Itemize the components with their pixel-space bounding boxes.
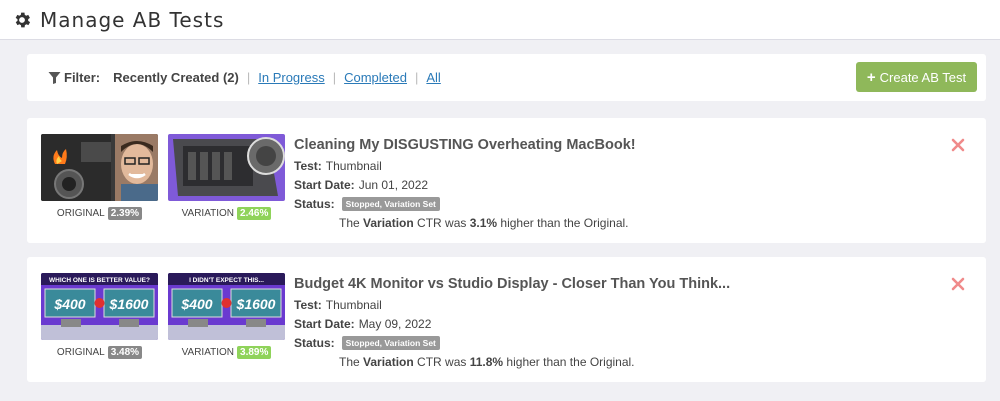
ab-test-card: ORIGINAL 2.39% VARIATION 2.46% Cleaning … bbox=[27, 118, 986, 243]
status-row: Status: Stopped, Variation Set bbox=[294, 336, 730, 350]
start-date-row: Start Date: May 09, 2022 bbox=[294, 317, 730, 331]
test-type-row: Test: Thumbnail bbox=[294, 159, 636, 173]
create-ab-test-button[interactable]: + Create AB Test bbox=[856, 62, 977, 92]
original-thumbnail[interactable]: WHICH ONE IS BETTER VALUE? $400 $1600 bbox=[41, 273, 158, 340]
filter-link-all[interactable]: All bbox=[426, 70, 440, 85]
start-date-value: May 09, 2022 bbox=[358, 317, 432, 331]
delete-icon[interactable] bbox=[951, 138, 965, 152]
thumb-headline: WHICH ONE IS BETTER VALUE? bbox=[49, 277, 150, 284]
filter-separator: | bbox=[246, 70, 251, 85]
test-value: Thumbnail bbox=[325, 298, 382, 312]
page-title: Manage AB Tests bbox=[40, 7, 225, 32]
variation-caption: VARIATION 3.89% bbox=[168, 346, 285, 359]
status-label: Status: bbox=[294, 336, 335, 350]
variation-label: VARIATION bbox=[181, 347, 235, 358]
status-badge: Stopped, Variation Set bbox=[341, 197, 440, 211]
start-date-label: Start Date: bbox=[294, 178, 355, 192]
original-caption: ORIGINAL 3.48% bbox=[41, 346, 158, 359]
result-summary: The Variation CTR was 11.8% higher than … bbox=[339, 355, 635, 369]
filter-recently-created[interactable]: Recently Created (2) bbox=[113, 70, 239, 85]
original-ctr-badge: 2.39% bbox=[107, 207, 143, 220]
test-value: Thumbnail bbox=[325, 159, 382, 173]
video-title[interactable]: Budget 4K Monitor vs Studio Display - Cl… bbox=[294, 276, 730, 292]
variation-caption: VARIATION 2.46% bbox=[168, 207, 285, 220]
thumb-headline: I DIDN'T EXPECT THIS... bbox=[189, 277, 264, 284]
result-summary: The Variation CTR was 3.1% higher than t… bbox=[339, 216, 629, 230]
delete-icon[interactable] bbox=[951, 277, 965, 291]
test-info: Cleaning My DISGUSTING Overheating MacBo… bbox=[294, 137, 636, 230]
plus-icon: + bbox=[866, 68, 876, 86]
test-info: Budget 4K Monitor vs Studio Display - Cl… bbox=[294, 276, 730, 369]
filter-label: Filter: bbox=[64, 70, 101, 85]
thumb-price-left: $400 bbox=[180, 296, 212, 312]
original-label: ORIGINAL bbox=[56, 347, 105, 358]
original-label: ORIGINAL bbox=[56, 208, 105, 219]
test-label: Test: bbox=[294, 159, 322, 173]
filter-separator: | bbox=[414, 70, 419, 85]
filter-link-in-progress[interactable]: In Progress bbox=[258, 70, 324, 85]
status-label: Status: bbox=[294, 197, 335, 211]
thumb-price-right: $1600 bbox=[236, 296, 276, 312]
original-ctr-badge: 3.48% bbox=[107, 346, 143, 359]
variation-thumbnail[interactable] bbox=[168, 134, 285, 201]
start-date-row: Start Date: Jun 01, 2022 bbox=[294, 178, 636, 192]
ab-test-card: WHICH ONE IS BETTER VALUE? $400 $1600 I … bbox=[27, 257, 986, 382]
thumb-price-left: $400 bbox=[53, 296, 85, 312]
page-header: Manage AB Tests bbox=[0, 0, 1000, 40]
test-label: Test: bbox=[294, 298, 322, 312]
filter-separator: | bbox=[332, 70, 337, 85]
filter-link-completed[interactable]: Completed bbox=[344, 70, 407, 85]
variation-ctr-badge: 3.89% bbox=[237, 346, 272, 359]
video-title[interactable]: Cleaning My DISGUSTING Overheating MacBo… bbox=[294, 137, 636, 153]
variation-thumbnail[interactable]: I DIDN'T EXPECT THIS... $400 $1600 bbox=[168, 273, 285, 340]
status-row: Status: Stopped, Variation Set bbox=[294, 197, 636, 211]
gear-icon bbox=[15, 12, 31, 27]
status-badge: Stopped, Variation Set bbox=[341, 336, 440, 350]
variation-ctr-badge: 2.46% bbox=[237, 207, 272, 220]
start-date-value: Jun 01, 2022 bbox=[358, 178, 429, 192]
filter-bar: Filter: Recently Created (2) | In Progre… bbox=[27, 54, 986, 101]
variation-label: VARIATION bbox=[181, 208, 235, 219]
original-caption: ORIGINAL 2.39% bbox=[41, 207, 158, 220]
original-thumbnail[interactable] bbox=[41, 134, 158, 201]
thumb-price-right: $1600 bbox=[109, 296, 149, 312]
create-ab-test-label: Create AB Test bbox=[879, 69, 967, 85]
test-type-row: Test: Thumbnail bbox=[294, 298, 730, 312]
start-date-label: Start Date: bbox=[294, 317, 355, 331]
filter-icon bbox=[48, 71, 61, 84]
